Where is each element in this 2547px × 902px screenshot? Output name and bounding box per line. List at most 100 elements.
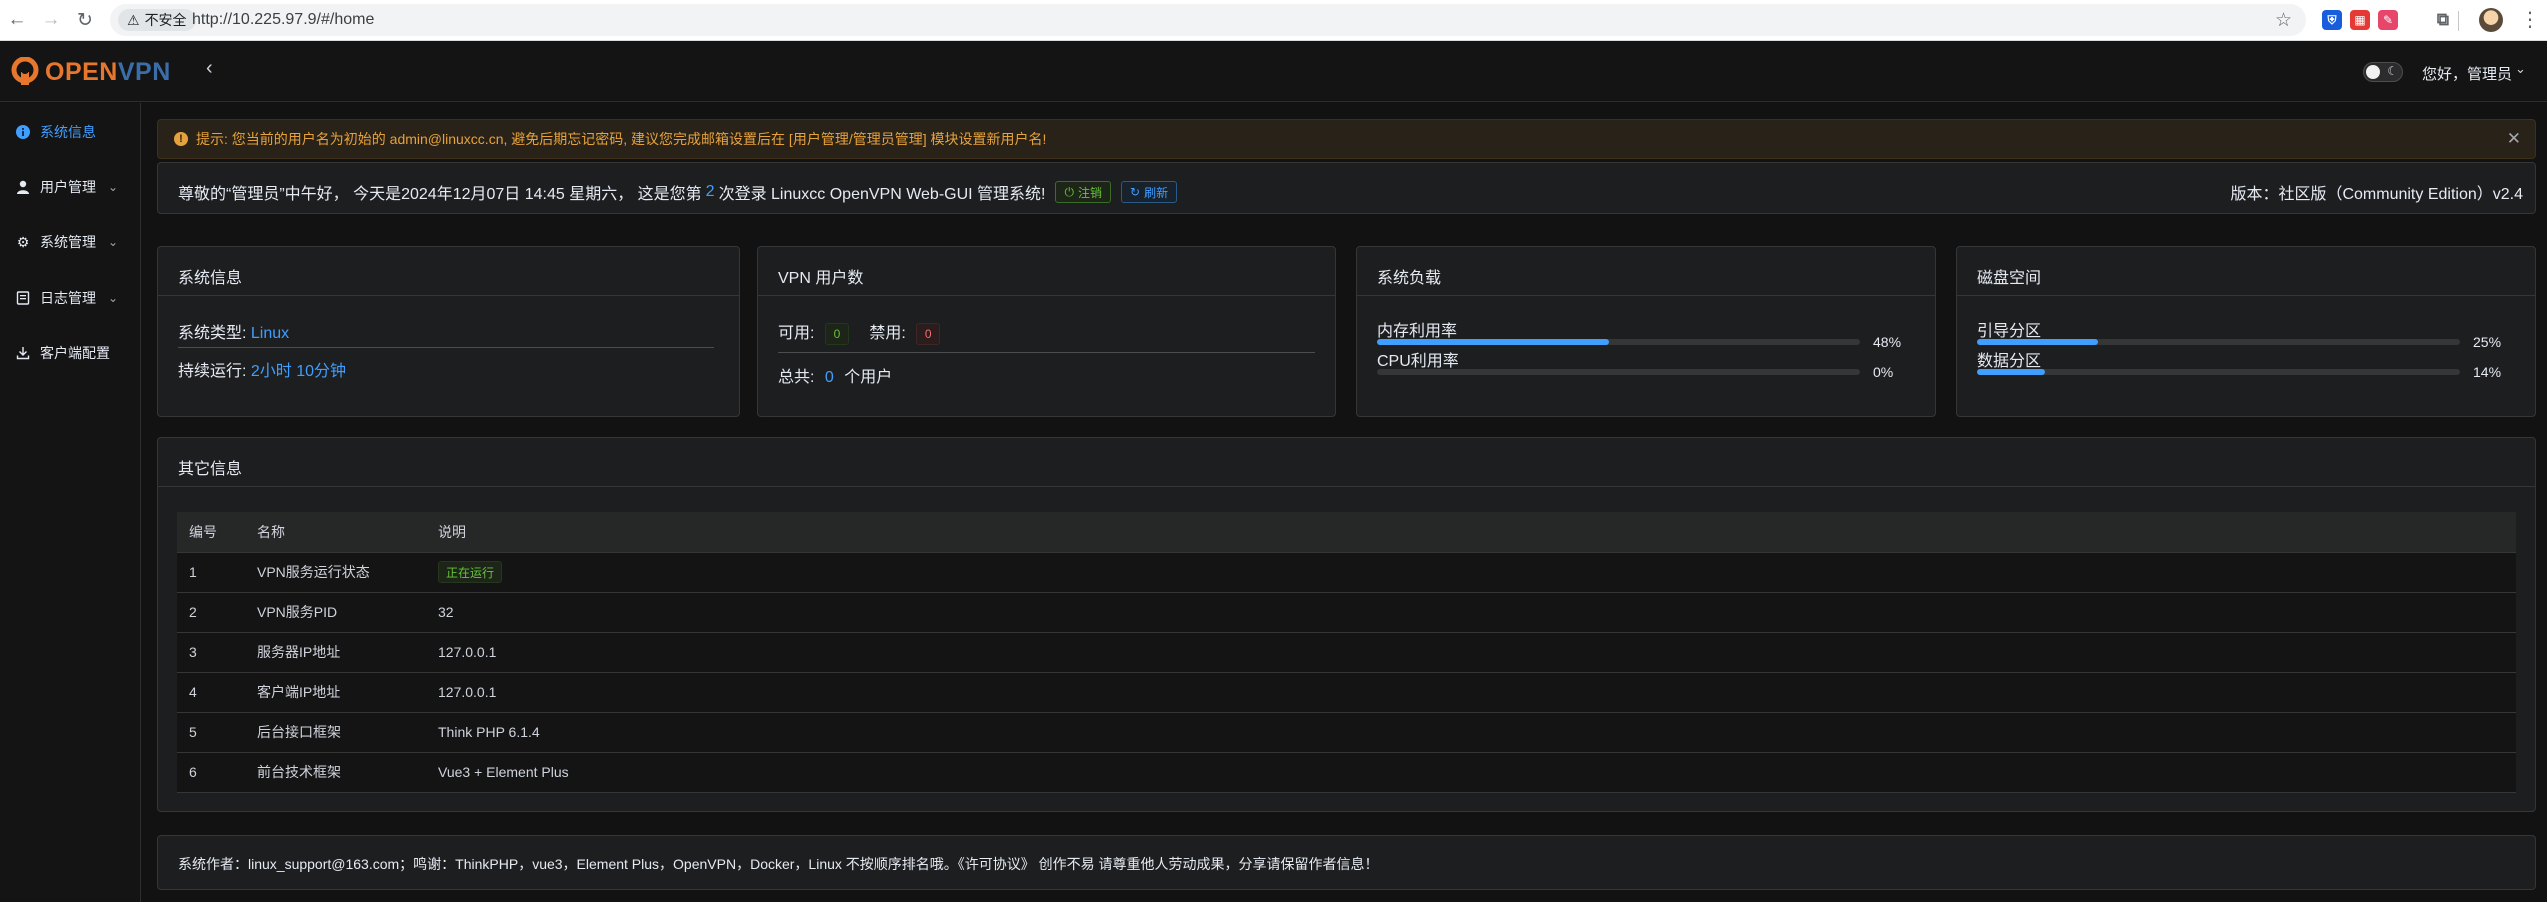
card-divider: [158, 486, 2535, 487]
moon-icon: ☾: [2387, 64, 2398, 78]
extension-pink-icon[interactable]: ✎: [2378, 10, 2398, 30]
other-info-table: 编号 名称 说明 1 VPN服务运行状态 正在运行 2 VPN服务PID 32 3 服务器IP…: [177, 512, 2516, 793]
chevron-down-icon[interactable]: ⌄: [2515, 61, 2526, 77]
card-divider: [1957, 295, 2535, 296]
info-icon: [15, 124, 31, 140]
sidebar: 系统信息 用户管理 ⌄ ⚙ 系统管理 ⌄ 日志管理 ⌄ 客户端配置: [0, 103, 141, 902]
disabled-count-badge: 0: [916, 322, 941, 345]
bitwarden-icon[interactable]: ⛨: [2322, 10, 2342, 30]
welcome-text-before: 尊敬的“管理员”中午好， 今天是2024年12月07日 14:45 星期六， 这…: [178, 186, 702, 203]
warning-triangle-icon: ⚠: [127, 11, 140, 28]
sidebar-item-label: 用户管理: [40, 179, 96, 195]
forward-icon[interactable]: →: [40, 9, 62, 31]
row-id: 4: [177, 672, 257, 713]
total-users-row: 总共: 0 个用户: [778, 369, 893, 386]
card-title: 其它信息: [178, 461, 243, 478]
extensions-puzzle-icon[interactable]: ⧉: [2433, 10, 2453, 30]
footer-credits: 系统作者：linux_support@163.com；鸣谢：ThinkPHP，v…: [157, 835, 2536, 890]
cpu-usage-bar: [1377, 369, 1860, 375]
logout-button[interactable]: ⏻ 注销: [1055, 181, 1111, 203]
row-id: 1: [177, 552, 257, 593]
sidebar-item-user-management[interactable]: 用户管理 ⌄: [0, 167, 141, 207]
gear-icon: ⚙: [16, 233, 30, 250]
memory-usage-percent: 48%: [1873, 334, 1902, 350]
login-count: 2: [705, 183, 715, 200]
row-name: 后台接口框架: [257, 712, 438, 753]
boot-partition-bar: [1977, 339, 2460, 345]
row-name: VPN服务PID: [257, 592, 438, 633]
table-row: 6 前台技术框架 Vue3 + Element Plus: [177, 752, 2516, 793]
column-header-name: 名称: [257, 512, 438, 553]
other-info-card: 其它信息 编号 名称 说明 1 VPN服务运行状态 正在运行 2 VPN服务PID 32 3…: [157, 437, 2536, 812]
row-name: VPN服务运行状态: [257, 552, 438, 593]
bookmark-star-icon[interactable]: ☆: [2275, 9, 2292, 32]
profile-avatar[interactable]: [2479, 8, 2503, 32]
browser-menu-icon[interactable]: ⋮: [2520, 7, 2540, 32]
user-icon: [15, 179, 31, 195]
system-info-card: 系统信息 系统类型: Linux 持续运行: 2小时 10分钟: [157, 246, 740, 417]
row-id: 6: [177, 752, 257, 793]
cpu-usage-label: CPU利用率: [1377, 353, 1459, 370]
dark-mode-toggle[interactable]: ☾: [2363, 62, 2403, 82]
download-icon: [15, 345, 31, 361]
warning-icon: !: [174, 132, 188, 146]
sidebar-item-client-config[interactable]: 客户端配置: [0, 333, 141, 373]
row-id: 5: [177, 712, 257, 753]
refresh-button[interactable]: ↻ 刷新: [1121, 181, 1178, 203]
openvpn-logo[interactable]: OPENVPN: [10, 57, 171, 87]
insecure-badge[interactable]: ⚠ 不安全: [118, 9, 196, 31]
system-type-row: 系统类型: Linux: [178, 325, 290, 342]
table-row: 5 后台接口框架 Think PHP 6.1.4: [177, 712, 2516, 753]
sidebar-item-label: 客户端配置: [40, 345, 110, 361]
alert-text: 提示: 您当前的用户名为初始的 admin@linuxcc.cn, 避免后期忘记…: [196, 131, 1047, 147]
app-header: OPENVPN ‹ ☾ 您好，管理员 ⌄: [0, 42, 2547, 102]
insecure-label: 不安全: [144, 12, 187, 28]
table-row: 3 服务器IP地址 127.0.0.1: [177, 632, 2516, 673]
card-divider: [1357, 295, 1935, 296]
table-row: 2 VPN服务PID 32: [177, 592, 2516, 633]
running-status-badge: 正在运行: [438, 561, 503, 583]
row-name: 客户端IP地址: [257, 672, 438, 713]
card-divider: [158, 295, 739, 296]
user-greeting[interactable]: 您好，管理员: [2422, 63, 2512, 84]
column-header-id: 编号: [177, 512, 257, 553]
welcome-message: 尊敬的“管理员”中午好， 今天是2024年12月07日 14:45 星期六， 这…: [178, 180, 1178, 204]
disk-space-card: 磁盘空间 引导分区 25% 数据分区 14%: [1956, 246, 2536, 417]
sidebar-item-system-info[interactable]: 系统信息: [0, 112, 141, 152]
card-title: VPN 用户数: [778, 270, 864, 287]
enabled-count-badge: 0: [824, 322, 849, 345]
row-id: 3: [177, 632, 257, 673]
close-icon[interactable]: ✕: [2507, 129, 2521, 149]
sidebar-item-label: 系统管理: [40, 234, 96, 250]
memory-usage-label: 内存利用率: [1377, 323, 1458, 340]
log-icon: [15, 290, 31, 306]
reload-icon[interactable]: ↻: [74, 9, 96, 31]
toggle-knob: [2366, 65, 2380, 79]
data-partition-percent: 14%: [2473, 364, 2502, 380]
power-icon: ⏻: [1064, 184, 1074, 199]
card-title: 系统负载: [1377, 270, 1442, 287]
table-row: 1 VPN服务运行状态 正在运行: [177, 552, 2516, 593]
url-text[interactable]: http://10.225.97.9/#/home: [192, 11, 374, 29]
sidebar-item-system-management[interactable]: ⚙ 系统管理 ⌄: [0, 222, 141, 262]
address-bar[interactable]: ⚠ 不安全 http://10.225.97.9/#/home ☆: [110, 4, 2306, 36]
progress-fill: [1377, 339, 1609, 345]
sidebar-item-log-management[interactable]: 日志管理 ⌄: [0, 278, 141, 318]
row-divider: [778, 352, 1315, 353]
system-load-card: 系统负载 内存利用率 48% CPU利用率 0%: [1356, 246, 1936, 417]
vpn-users-card: VPN 用户数 可用: 0 禁用: 0 总共: 0 个用户: [757, 246, 1336, 417]
row-description: 正在运行: [438, 552, 2516, 593]
uptime-value: 2小时 10分钟: [250, 363, 347, 380]
memory-usage-bar: [1377, 339, 1860, 345]
extension-red-icon[interactable]: ▦: [2350, 10, 2370, 30]
row-description: 127.0.0.1: [438, 632, 2516, 673]
uptime-row: 持续运行: 2小时 10分钟: [178, 363, 347, 380]
chevron-down-icon: ⌄: [108, 180, 119, 194]
refresh-icon: ↻: [1130, 185, 1141, 199]
column-header-desc: 说明: [438, 512, 2516, 553]
data-partition-label: 数据分区: [1977, 353, 2042, 370]
card-title: 系统信息: [178, 270, 243, 287]
back-icon[interactable]: ←: [6, 9, 28, 31]
row-name: 前台技术框架: [257, 752, 438, 793]
collapse-sidebar-icon[interactable]: ‹: [206, 57, 213, 80]
